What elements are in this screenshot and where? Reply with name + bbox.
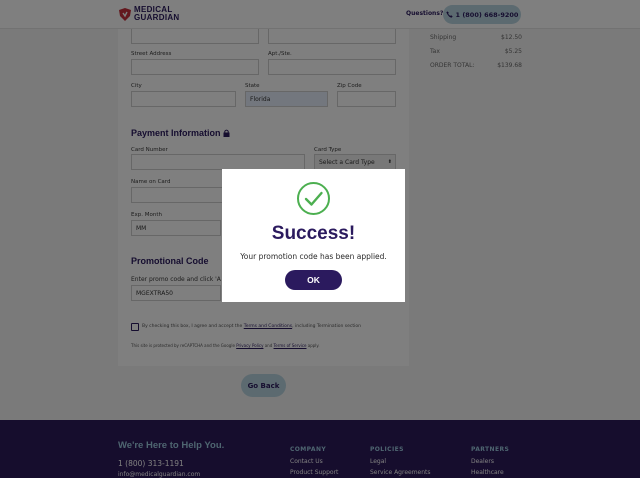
success-modal: Success! Your promotion code has been ap…	[222, 169, 405, 302]
modal-title: Success!	[271, 223, 356, 244]
checkmark-circle-icon	[297, 182, 330, 215]
modal-message: Your promotion code has been applied.	[240, 252, 387, 261]
ok-button[interactable]: OK	[285, 270, 342, 290]
